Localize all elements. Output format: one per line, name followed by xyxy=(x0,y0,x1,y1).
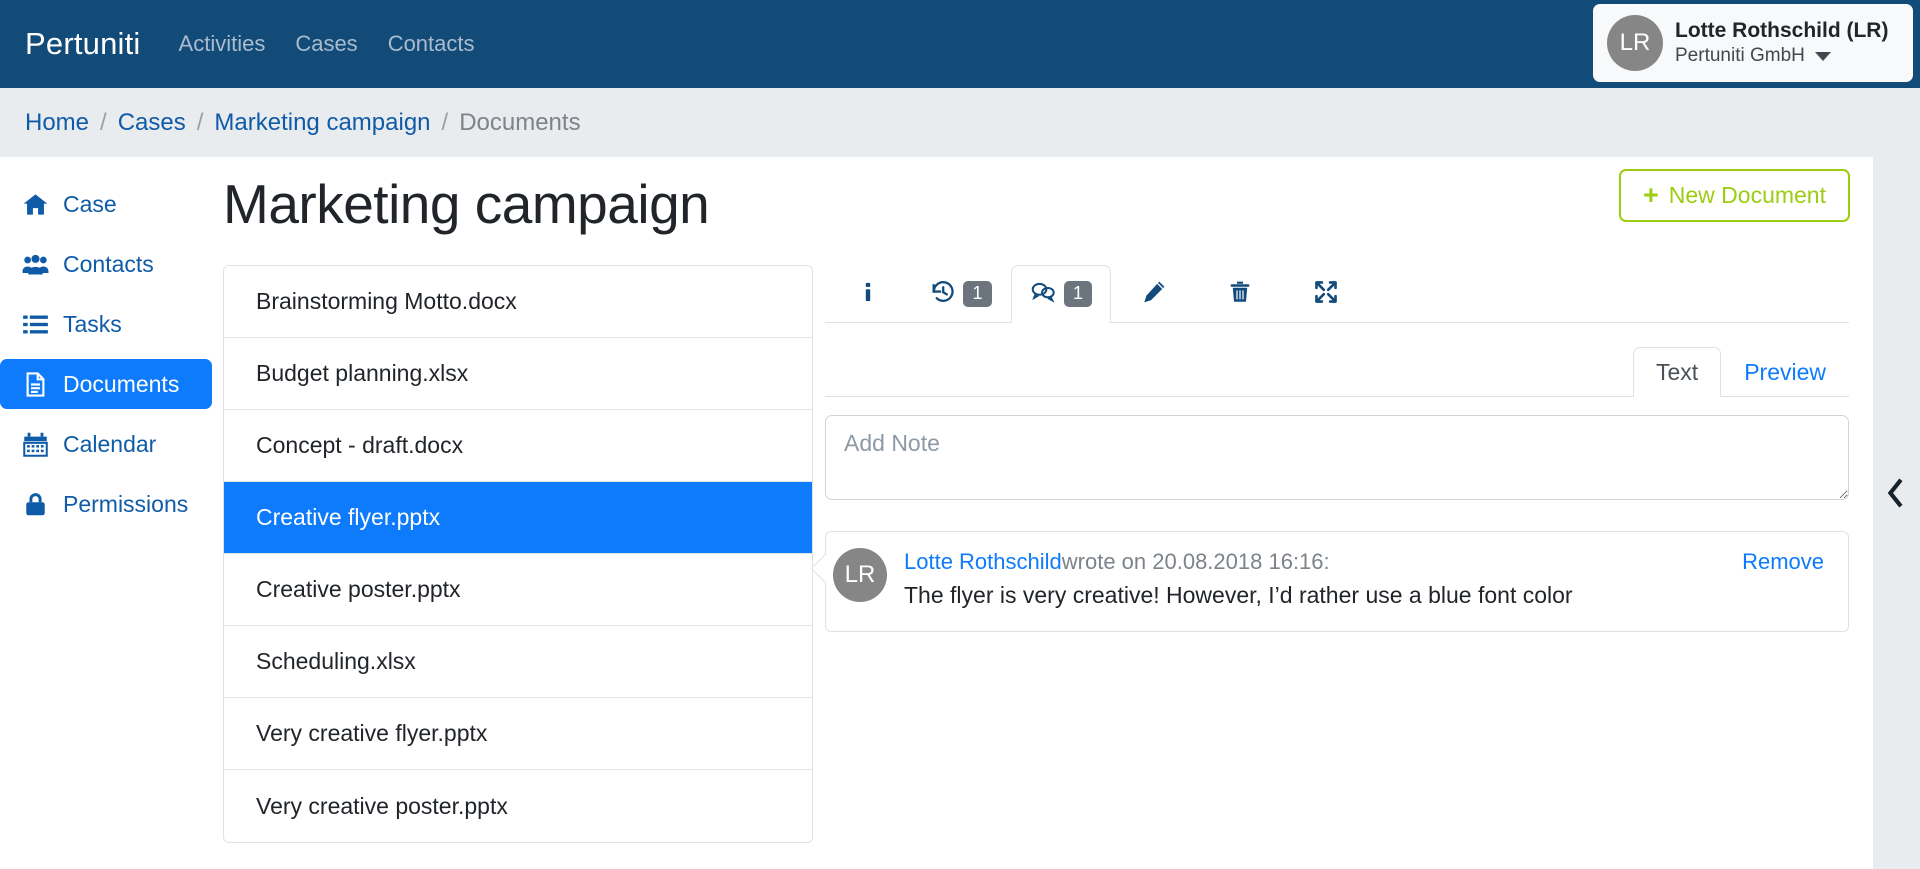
user-meta: Lotte Rothschild (LR) Pertuniti GmbH xyxy=(1675,18,1888,68)
list-item[interactable]: Very creative flyer.pptx xyxy=(224,698,812,770)
avatar: LR xyxy=(1607,15,1663,71)
list-item[interactable]: Creative poster.pptx xyxy=(224,554,812,626)
remove-comment-button[interactable]: Remove xyxy=(1742,549,1824,575)
plus-icon: + xyxy=(1642,180,1659,210)
sidebar-item-label: Contacts xyxy=(63,250,154,277)
list-item[interactable]: Brainstorming Motto.docx xyxy=(224,266,812,338)
history-badge: 1 xyxy=(963,281,992,307)
sidebar-item-case[interactable]: Case xyxy=(0,179,212,229)
sidebar-item-label: Documents xyxy=(63,370,180,397)
user-org-label: Pertuniti GmbH xyxy=(1675,45,1805,67)
lock-icon xyxy=(22,491,49,518)
breadcrumb-separator: / xyxy=(100,108,107,136)
app-brand[interactable]: Pertuniti xyxy=(25,26,141,62)
nav-link-cases[interactable]: Cases xyxy=(295,31,357,57)
breadcrumb: Home / Cases / Marketing campaign / Docu… xyxy=(0,88,1920,157)
comments-badge: 1 xyxy=(1063,281,1092,307)
info-icon xyxy=(857,279,879,310)
new-document-label: New Document xyxy=(1668,182,1826,208)
history-icon xyxy=(930,279,956,310)
user-name: Lotte Rothschild (LR) xyxy=(1675,19,1889,42)
home-icon xyxy=(22,191,49,218)
calendar-icon xyxy=(22,431,49,458)
collapse-panel-button[interactable] xyxy=(1882,478,1908,513)
comment-item: LR Lotte Rothschild wrote on 20.08.2018 … xyxy=(825,531,1849,632)
top-navbar: Pertuniti Activities Cases Contacts LR L… xyxy=(0,0,1920,88)
list-item-selected[interactable]: Creative flyer.pptx xyxy=(224,482,812,554)
tab-info[interactable] xyxy=(825,265,911,322)
content-panel: Case Contacts Tasks Documents Calendar P… xyxy=(0,157,1873,869)
avatar: LR xyxy=(833,548,887,602)
breadcrumb-separator: / xyxy=(196,108,204,136)
breadcrumb-item-cases[interactable]: Cases xyxy=(118,109,186,137)
sidebar-item-permissions[interactable]: Permissions xyxy=(0,479,212,529)
nav-link-activities[interactable]: Activities xyxy=(179,31,266,57)
sidebar-item-label: Permissions xyxy=(63,490,189,517)
list-item[interactable]: Concept - draft.docx xyxy=(224,410,812,482)
sidebar-item-contacts[interactable]: Contacts xyxy=(0,239,212,289)
document-icon xyxy=(22,371,49,398)
expand-icon xyxy=(1313,279,1339,310)
add-note-input[interactable] xyxy=(825,415,1849,500)
nav-link-contacts[interactable]: Contacts xyxy=(388,31,475,57)
sidebar-item-calendar[interactable]: Calendar xyxy=(0,419,212,469)
comments-icon xyxy=(1030,279,1057,310)
case-sidebar: Case Contacts Tasks Documents Calendar P… xyxy=(0,179,212,539)
breadcrumb-item-marketing-campaign[interactable]: Marketing campaign xyxy=(214,109,430,137)
page-title: Marketing campaign xyxy=(223,173,710,235)
list-item[interactable]: Very creative poster.pptx xyxy=(224,770,812,842)
sidebar-item-documents[interactable]: Documents xyxy=(0,359,212,409)
document-detail-pane: 1 1 Text Preview Add Note LR Lotte Roths… xyxy=(825,265,1849,632)
user-org-row: Pertuniti GmbH xyxy=(1675,44,1888,68)
tab-preview[interactable]: Preview xyxy=(1721,347,1849,397)
sidebar-item-label: Tasks xyxy=(63,310,122,337)
sidebar-item-label: Case xyxy=(63,190,117,217)
breadcrumb-separator: / xyxy=(441,108,449,136)
tab-comments[interactable]: 1 xyxy=(1011,265,1111,323)
list-icon xyxy=(22,311,49,338)
breadcrumb-item-documents: Documents xyxy=(459,108,581,136)
comment-author[interactable]: Lotte Rothschild xyxy=(904,549,1062,575)
detail-toolbar: 1 1 xyxy=(825,265,1849,323)
note-subtabs: Text Preview xyxy=(825,341,1849,397)
document-list: Brainstorming Motto.docx Budget planning… xyxy=(223,265,813,843)
new-document-button[interactable]: + New Document xyxy=(1618,169,1850,222)
tab-history[interactable]: 1 xyxy=(911,265,1011,322)
primary-nav: Activities Cases Contacts xyxy=(179,31,475,57)
user-menu[interactable]: LR Lotte Rothschild (LR) Pertuniti GmbH xyxy=(1593,4,1913,82)
comment-body: The flyer is very creative! However, I’d… xyxy=(904,582,1573,608)
breadcrumb-item-home[interactable]: Home xyxy=(25,109,89,137)
pencil-icon xyxy=(1141,279,1167,310)
tab-edit[interactable] xyxy=(1111,265,1197,322)
tab-expand[interactable] xyxy=(1283,265,1369,322)
chevron-down-icon[interactable] xyxy=(1814,51,1831,61)
trash-icon xyxy=(1228,279,1252,310)
tab-delete[interactable] xyxy=(1197,265,1283,322)
list-item[interactable]: Budget planning.xlsx xyxy=(224,338,812,410)
sidebar-item-tasks[interactable]: Tasks xyxy=(0,299,212,349)
users-icon xyxy=(22,251,49,278)
sidebar-item-label: Calendar xyxy=(63,430,157,457)
list-item[interactable]: Scheduling.xlsx xyxy=(224,626,812,698)
chevron-left-icon xyxy=(1884,478,1906,513)
comment-meta: wrote on 20.08.2018 16:16: xyxy=(1061,549,1330,574)
comment-header: Lotte Rothschild wrote on 20.08.2018 16:… xyxy=(904,549,1824,575)
tab-text[interactable]: Text xyxy=(1633,347,1722,397)
